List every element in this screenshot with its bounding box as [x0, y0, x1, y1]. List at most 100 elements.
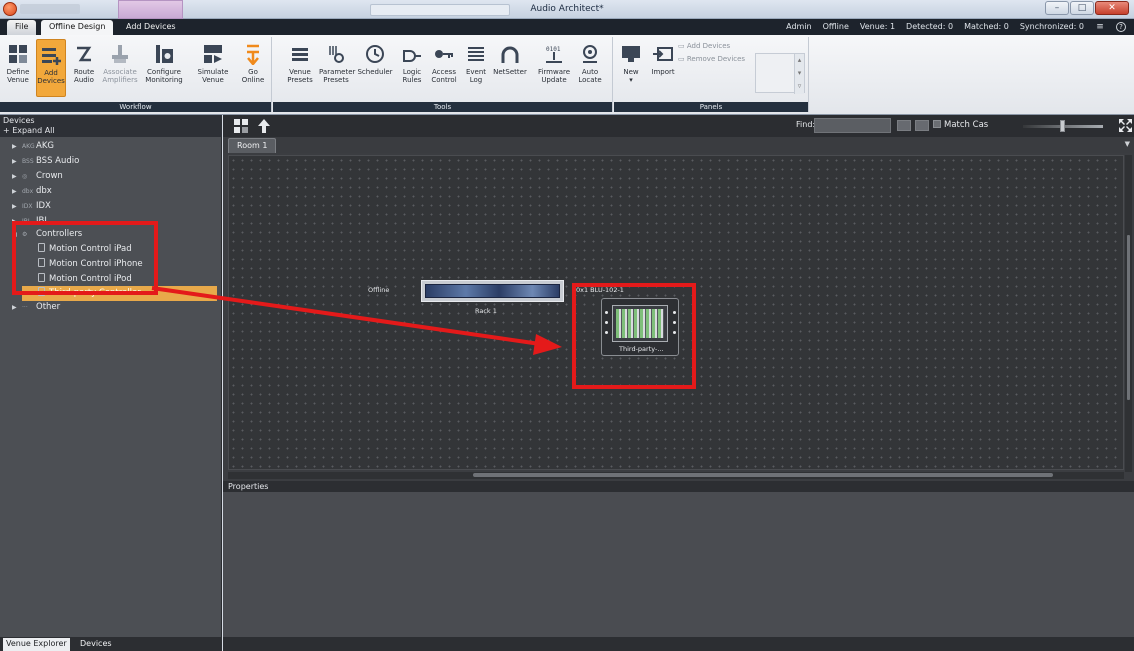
tree-item-akg[interactable]: ▶ AKGAKG [0, 139, 222, 154]
maximize-button[interactable]: □ [1070, 1, 1094, 15]
vertical-scrollbar-thumb[interactable] [1127, 235, 1130, 400]
expand-arrow-icon[interactable]: ▶ [12, 199, 22, 214]
find-input[interactable] [814, 118, 891, 133]
firmware-update-button[interactable]: 0101 Firmware Update [537, 39, 571, 97]
go-online-button[interactable]: Go Online [238, 39, 268, 97]
new-panel-button[interactable]: New ▾ [616, 39, 646, 97]
akg-logo-icon: AKG [22, 143, 35, 150]
zoom-slider-thumb[interactable] [1060, 120, 1065, 132]
vertical-scrollbar[interactable] [1125, 155, 1132, 472]
auto-locate-button[interactable]: Auto Locate [575, 39, 605, 97]
rack-label: Rack 1 [475, 307, 497, 315]
dbx-logo-icon: dbx [22, 188, 34, 195]
find-label: Find: [796, 120, 816, 129]
room-tab-strip: Room 1 ▼ [223, 137, 1134, 153]
tab-file[interactable]: File [7, 20, 37, 35]
find-next-button[interactable] [915, 120, 929, 131]
status-admin[interactable]: Admin [786, 22, 812, 32]
tab-venue-explorer[interactable]: Venue Explorer [3, 638, 70, 651]
define-venue-button[interactable]: Define Venue [3, 39, 33, 97]
expand-arrow-icon[interactable]: ▶ [12, 184, 22, 199]
list-icon [468, 47, 484, 61]
crown-logo-icon: ◎ [22, 173, 28, 180]
status-synchronized: Synchronized: 0 [1019, 22, 1084, 31]
logic-rules-icon [403, 50, 421, 62]
tree-item-bss[interactable]: ▶ BSS BSS Audio [0, 154, 222, 169]
idx-logo-icon: IDX [22, 203, 33, 210]
checkbox-icon[interactable] [933, 120, 941, 128]
access-control-button[interactable]: Access Control [429, 39, 459, 97]
window-title: Audio Architect* [530, 4, 604, 14]
minimize-button[interactable]: – [1045, 1, 1069, 15]
svg-text:0101: 0101 [546, 46, 561, 53]
expand-arrow-icon[interactable]: ▶ [12, 139, 22, 154]
define-venue-icon [9, 45, 27, 63]
bss-logo-icon: BSS [22, 158, 34, 165]
panel-bottom-tabs: Venue Explorer Devices [0, 637, 222, 651]
chevron-down-icon[interactable]: ▼ [1125, 140, 1130, 148]
expand-arrow-icon[interactable]: ▶ [12, 154, 22, 169]
import-panel-button[interactable]: Import [648, 39, 678, 97]
properties-footer [223, 637, 1134, 651]
parameter-presets-button[interactable]: Parameter Presets [319, 39, 355, 97]
rack-front-panel [425, 284, 560, 298]
devices-panel: Devices + Expand All ▶ AKGAKG ▶ BSS BSS Aud… [0, 115, 222, 651]
netsetter-button[interactable]: NetSetter [493, 39, 527, 97]
horizontal-scrollbar[interactable] [228, 472, 1124, 479]
up-arrow-icon[interactable] [256, 118, 272, 134]
ribbon: Define Venue Add Devices Route Audio Ass… [0, 35, 1134, 115]
window-controls: – □ ✕ [1045, 1, 1129, 15]
event-log-button[interactable]: Event Log [461, 39, 491, 97]
associate-amplifiers-button[interactable]: Associate Amplifiers [102, 39, 138, 97]
match-case-checkbox[interactable]: Match Cas [933, 120, 988, 130]
import-icon [653, 47, 673, 61]
panels-gallery[interactable]: ▴ ▾ ▿ [755, 53, 805, 94]
tab-add-devices[interactable]: Add Devices [118, 20, 184, 35]
tab-room-1[interactable]: Room 1 [228, 138, 277, 153]
tools-group-label: Tools [273, 102, 612, 112]
logic-rules-button[interactable]: Logic Rules [397, 39, 427, 97]
tree-item-other[interactable]: ▶ ··· Other [0, 300, 222, 315]
remove-devices-small-button[interactable]: ▭ Remove Devices [678, 55, 745, 63]
expand-arrow-icon[interactable]: ▶ [12, 300, 22, 315]
tools-group: Venue Presets Parameter Presets Schedule… [273, 37, 613, 112]
find-previous-button[interactable] [897, 120, 911, 131]
tree-item-idx[interactable]: ▶ IDX IDX [0, 199, 222, 214]
locate-icon [583, 45, 597, 63]
configure-monitoring-button[interactable]: Configure Monitoring [143, 39, 185, 97]
new-panel-icon [622, 46, 640, 62]
tree-item-crown[interactable]: ▶ ◎ Crown [0, 169, 222, 184]
associate-amplifiers-icon [112, 45, 128, 63]
venue-presets-icon [292, 48, 308, 61]
expand-arrow-icon[interactable]: ▶ [12, 169, 22, 184]
help-icon[interactable]: ? [1116, 22, 1126, 32]
configure-monitoring-icon [156, 45, 173, 63]
layout-icon[interactable] [233, 118, 249, 134]
status-venue: Venue: 1 [859, 22, 896, 31]
scheduler-button[interactable]: Scheduler [357, 39, 393, 97]
gallery-scroll-buttons[interactable]: ▴ ▾ ▿ [794, 54, 804, 94]
firmware-icon: 0101 [546, 46, 562, 63]
simulate-venue-icon [204, 45, 222, 63]
workflow-group: Define Venue Add Devices Route Audio Ass… [0, 37, 272, 112]
tab-offline-design[interactable]: Offline Design [41, 20, 114, 35]
expand-all-button[interactable]: + Expand All [3, 126, 55, 135]
menu-icon[interactable]: ≡ [1095, 22, 1105, 32]
venue-presets-button[interactable]: Venue Presets [285, 39, 315, 97]
rack-device[interactable] [421, 280, 564, 302]
go-online-icon [247, 44, 259, 65]
tree-item-dbx[interactable]: ▶ dbx dbx [0, 184, 222, 199]
close-button[interactable]: ✕ [1095, 1, 1129, 15]
tab-devices[interactable]: Devices [77, 638, 115, 651]
simulate-venue-button[interactable]: Simulate Venue [195, 39, 231, 97]
annotation-box-device [572, 283, 696, 389]
route-audio-button[interactable]: Route Audio [69, 39, 99, 97]
add-devices-button[interactable]: Add Devices [36, 39, 66, 97]
status-matched: Matched: 0 [964, 22, 1009, 31]
add-devices-icon [42, 48, 61, 65]
horizontal-scrollbar-thumb[interactable] [473, 473, 1053, 477]
fullscreen-icon[interactable] [1119, 119, 1132, 132]
annotation-box-controllers [12, 221, 158, 295]
connection-status: Admin Offline Venue: 1 Detected: 0 Match… [786, 22, 1126, 32]
add-devices-small-button[interactable]: ▭ Add Devices [678, 42, 730, 50]
